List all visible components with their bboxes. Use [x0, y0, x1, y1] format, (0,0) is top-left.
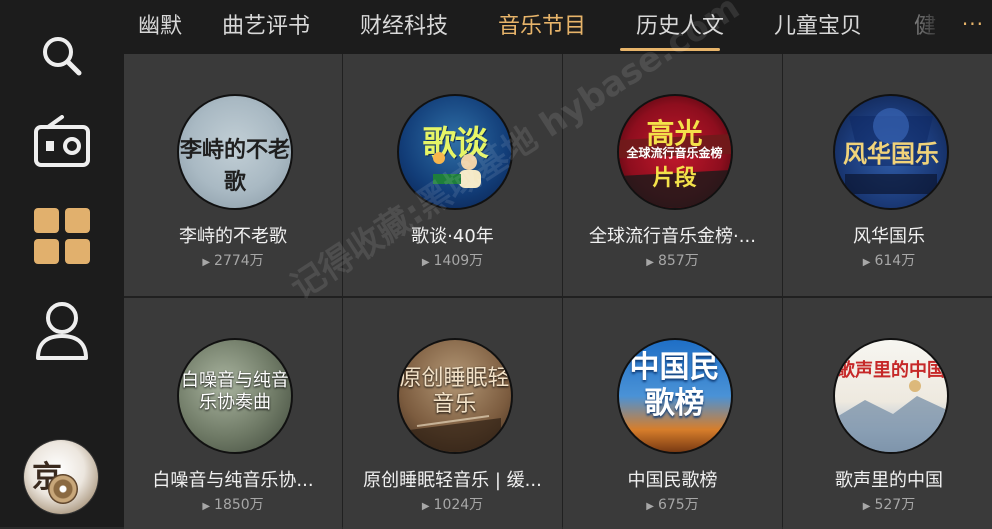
- cover-title-text: 风华国乐: [843, 139, 939, 168]
- play-count-value: 527万: [874, 497, 916, 513]
- play-count-value: 1850万: [214, 497, 264, 513]
- cover-title-text: 中国民歌榜: [629, 350, 720, 421]
- search-button[interactable]: [30, 24, 94, 88]
- more-icon[interactable]: ···: [962, 12, 984, 36]
- program-title: 风华国乐: [853, 226, 925, 247]
- play-count: ▶ 1850万: [124, 494, 342, 514]
- cover-title-text: 白噪音与纯音乐协奏曲: [181, 370, 289, 413]
- cover-image: 原创睡眠轻音乐: [396, 338, 513, 454]
- play-count: ▶ 614万: [783, 250, 992, 270]
- cover-image: 歌声里的中国: [833, 338, 949, 454]
- category-button[interactable]: [30, 204, 94, 268]
- program-card[interactable]: 歌声里的中国 歌声里的中国 ▶ 527万: [783, 298, 992, 529]
- play-icon: ▶: [646, 257, 654, 268]
- tab-kids[interactable]: 儿童宝贝: [774, 10, 862, 44]
- play-count: ▶ 527万: [783, 494, 992, 514]
- radio-button[interactable]: [30, 110, 94, 174]
- tab-music[interactable]: 音乐节目: [498, 10, 586, 44]
- play-icon: ▶: [646, 501, 654, 512]
- user-icon: [36, 302, 88, 360]
- play-count-value: 2774万: [214, 253, 264, 269]
- play-count-value: 857万: [657, 253, 699, 269]
- sidebar: 京: [0, 0, 124, 527]
- play-count: ▶ 675万: [563, 494, 782, 514]
- cover-title-text: 歌声里的中国: [837, 360, 945, 381]
- program-card[interactable]: 风华国乐 风华国乐 ▶ 614万: [783, 54, 992, 296]
- program-title: 歌声里的中国: [835, 470, 943, 491]
- play-icon: ▶: [421, 257, 430, 268]
- category-tabbar: 幽默 曲艺评书 财经科技 音乐节目 历史人文 儿童宝贝 健 ···: [124, 0, 992, 54]
- tab-fade: [886, 0, 956, 54]
- play-count-value: 1409万: [433, 253, 484, 269]
- tab-quyi[interactable]: 曲艺评书: [222, 10, 310, 44]
- play-count-value: 614万: [874, 253, 916, 269]
- cover-image: 中国民歌榜: [616, 338, 733, 454]
- radio-icon: [34, 115, 90, 167]
- search-icon: [43, 37, 82, 76]
- tab-finance-tech[interactable]: 财经科技: [360, 10, 448, 44]
- play-icon: ▶: [421, 501, 430, 512]
- program-card[interactable]: 中国民歌榜 中国民歌榜 ▶ 675万: [563, 298, 782, 529]
- program-title: 全球流行音乐金榜·...: [589, 226, 756, 247]
- program-title: 白噪音与纯音乐协...: [152, 470, 314, 491]
- play-icon: ▶: [862, 257, 871, 268]
- category-grid-icon: [34, 208, 90, 264]
- cover-image: 高光 全球流行音乐金榜 片段: [616, 94, 733, 210]
- play-count: ▶ 857万: [563, 250, 782, 270]
- disc-graphic: [48, 474, 78, 504]
- cover-title-text: 原创睡眠轻音乐: [399, 366, 510, 417]
- play-count-value: 1024万: [433, 497, 484, 513]
- program-title: 中国民歌榜: [627, 470, 718, 491]
- program-title: 原创睡眠轻音乐 | 缓...: [363, 470, 542, 491]
- play-count-value: 675万: [657, 497, 699, 513]
- tab-humor[interactable]: 幽默: [138, 10, 182, 44]
- play-icon: ▶: [202, 257, 211, 268]
- cover-image: 李峙的不老歌: [177, 94, 293, 210]
- cover-subtitle-text: 全球流行音乐金榜: [626, 146, 723, 160]
- play-icon: ▶: [862, 501, 871, 512]
- play-icon: ▶: [202, 501, 211, 512]
- program-card[interactable]: 原创睡眠轻音乐 原创睡眠轻音乐 | 缓... ▶ 1024万: [343, 298, 562, 529]
- play-count: ▶ 1024万: [343, 494, 562, 514]
- cover-title-text: 李峙的不老歌: [179, 137, 290, 195]
- cover-image: 风华国乐: [833, 94, 949, 210]
- now-playing-album-avatar[interactable]: 京: [24, 440, 98, 514]
- program-title: 李峙的不老歌: [179, 226, 287, 247]
- profile-button[interactable]: [30, 298, 94, 362]
- cover-title-text-2: 片段: [652, 165, 697, 191]
- cover-image: 白噪音与纯音乐协奏曲: [177, 338, 293, 454]
- program-card[interactable]: 白噪音与纯音乐协奏曲 白噪音与纯音乐协... ▶ 1850万: [124, 298, 342, 529]
